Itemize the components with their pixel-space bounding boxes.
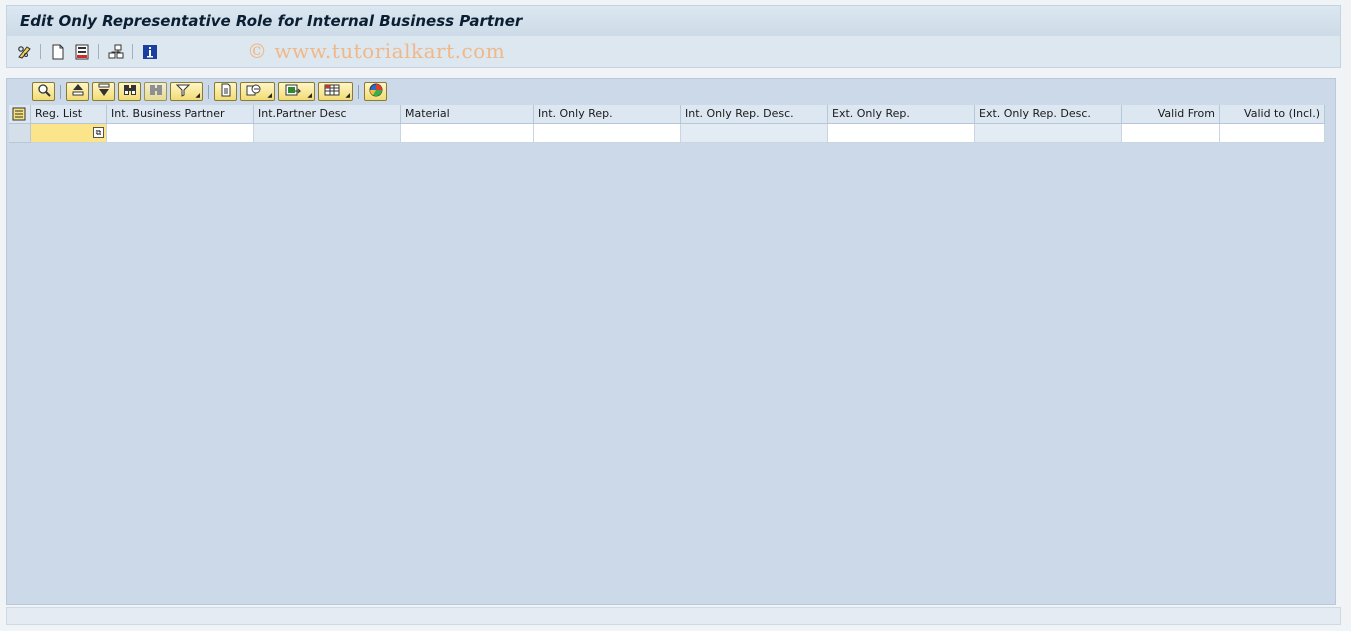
sort-descending-icon bbox=[97, 83, 111, 100]
material-cell[interactable] bbox=[401, 124, 534, 143]
change-layout-icon bbox=[324, 83, 340, 100]
select-layout-icon bbox=[12, 107, 26, 124]
column-header-valid-from[interactable]: Valid From bbox=[1122, 105, 1220, 124]
column-header-int-business-partner[interactable]: Int. Business Partner bbox=[107, 105, 254, 124]
select-all-button[interactable] bbox=[9, 105, 31, 124]
toolbar-separator bbox=[132, 44, 133, 59]
alv-toolbar-separator bbox=[60, 85, 61, 99]
toolbar-separator bbox=[40, 44, 41, 59]
column-header-int-partner-desc[interactable]: Int.Partner Desc bbox=[254, 105, 401, 124]
chevron-down-icon: ◢ bbox=[345, 92, 350, 99]
filter-button[interactable]: ◢ bbox=[170, 82, 203, 101]
graphic-icon bbox=[369, 83, 383, 100]
find-icon bbox=[123, 83, 137, 100]
print-preview-icon bbox=[219, 83, 233, 100]
where-used-icon[interactable] bbox=[107, 43, 125, 61]
info-icon[interactable] bbox=[141, 43, 159, 61]
local-file-icon bbox=[285, 83, 301, 100]
valid-from-cell[interactable] bbox=[1122, 124, 1220, 143]
table-row: ⧉ bbox=[9, 124, 1325, 143]
alv-container: ◢ ◢ ◢ ◢ Reg. List Int. Business Partner … bbox=[6, 78, 1336, 605]
valid-to-cell[interactable] bbox=[1220, 124, 1325, 143]
grid-header-row: Reg. List Int. Business Partner Int.Part… bbox=[9, 105, 1325, 124]
reg-list-cell[interactable]: ⧉ bbox=[31, 124, 107, 143]
column-header-ext-only-rep-desc[interactable]: Ext. Only Rep. Desc. bbox=[975, 105, 1122, 124]
export-icon bbox=[246, 83, 262, 100]
title-bar: Edit Only Representative Role for Intern… bbox=[6, 5, 1341, 36]
row-selector[interactable] bbox=[9, 124, 31, 143]
alv-toolbar: ◢ ◢ ◢ ◢ bbox=[7, 79, 1335, 105]
status-bar bbox=[6, 607, 1341, 625]
int-only-rep-desc-cell bbox=[681, 124, 828, 143]
column-header-material[interactable]: Material bbox=[401, 105, 534, 124]
page-title: Edit Only Representative Role for Intern… bbox=[20, 12, 523, 30]
application-toolbar: © www.tutorialkart.com bbox=[6, 36, 1341, 68]
int-business-partner-cell[interactable] bbox=[107, 124, 254, 143]
chevron-down-icon: ◢ bbox=[195, 92, 200, 99]
chevron-down-icon: ◢ bbox=[307, 92, 312, 99]
ext-only-rep-desc-cell bbox=[975, 124, 1122, 143]
graphic-button[interactable] bbox=[364, 82, 387, 101]
find-next-icon bbox=[149, 83, 163, 100]
edit-glasses-icon[interactable] bbox=[16, 43, 34, 61]
alv-toolbar-separator bbox=[358, 85, 359, 99]
watermark-text: © www.tutorialkart.com bbox=[247, 39, 506, 63]
int-only-rep-cell[interactable] bbox=[534, 124, 681, 143]
int-partner-desc-cell bbox=[254, 124, 401, 143]
new-document-icon[interactable] bbox=[49, 43, 67, 61]
details-button[interactable] bbox=[32, 82, 55, 101]
chevron-down-icon: ◢ bbox=[267, 92, 272, 99]
value-help-icon[interactable]: ⧉ bbox=[93, 127, 104, 138]
column-header-valid-to[interactable]: Valid to (Incl.) bbox=[1220, 105, 1325, 124]
find-button[interactable] bbox=[118, 82, 141, 101]
alv-toolbar-separator bbox=[208, 85, 209, 99]
change-layout-button[interactable]: ◢ bbox=[318, 82, 353, 101]
column-header-int-only-rep-desc[interactable]: Int. Only Rep. Desc. bbox=[681, 105, 828, 124]
column-header-reg-list[interactable]: Reg. List bbox=[31, 105, 107, 124]
column-header-ext-only-rep[interactable]: Ext. Only Rep. bbox=[828, 105, 975, 124]
details-icon bbox=[37, 83, 51, 100]
print-preview-button[interactable] bbox=[214, 82, 237, 101]
sort-descending-button[interactable] bbox=[92, 82, 115, 101]
sort-ascending-button[interactable] bbox=[66, 82, 89, 101]
export-button[interactable]: ◢ bbox=[240, 82, 275, 101]
column-header-int-only-rep[interactable]: Int. Only Rep. bbox=[534, 105, 681, 124]
toolbar-separator bbox=[98, 44, 99, 59]
sort-ascending-icon bbox=[71, 83, 85, 100]
ext-only-rep-cell[interactable] bbox=[828, 124, 975, 143]
filter-icon bbox=[175, 83, 190, 100]
local-file-button[interactable]: ◢ bbox=[278, 82, 315, 101]
find-next-button[interactable] bbox=[144, 82, 167, 101]
save-layout-icon[interactable] bbox=[73, 43, 91, 61]
